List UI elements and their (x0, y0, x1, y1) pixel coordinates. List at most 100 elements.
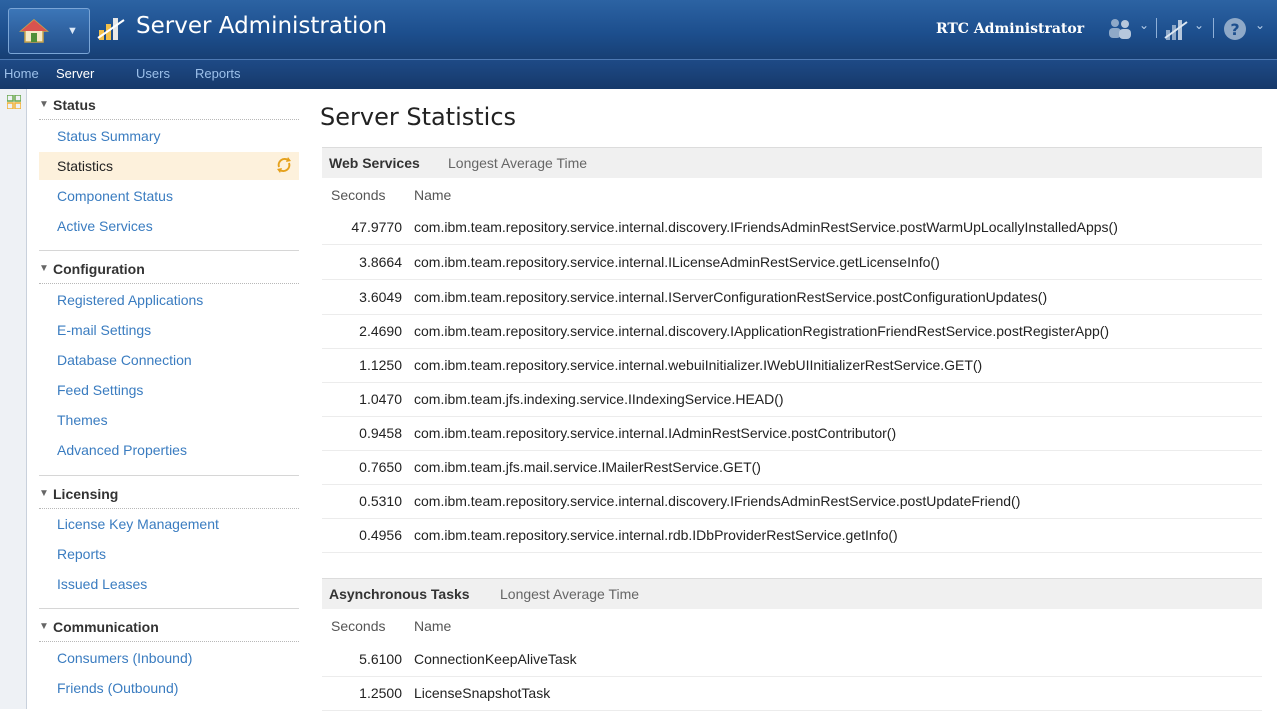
group-subtitle: Longest Average Time (500, 586, 640, 602)
grid-icon[interactable] (7, 95, 21, 109)
name-cell: LicenseSnapshotTask (414, 685, 551, 701)
seconds-cell: 0.9458 (359, 425, 402, 441)
name-cell: com.ibm.team.jfs.mail.service.IMailerRes… (414, 459, 761, 475)
section-header-status[interactable]: ▼ Status (39, 97, 299, 115)
name-cell: com.ibm.team.repository.service.internal… (414, 219, 1118, 235)
section-header-communication[interactable]: ▼ Communication (39, 619, 299, 637)
seconds-cell: 0.5310 (359, 493, 402, 509)
column-header-name: Name (414, 187, 452, 203)
group-header-web-services: Web Services Longest Average Time (322, 147, 1262, 178)
column-header-seconds: Seconds (331, 187, 386, 203)
seconds-cell: 1.0470 (359, 391, 402, 407)
section-rule (39, 641, 299, 642)
table-row: 0.7650 com.ibm.team.jfs.mail.service.IMa… (322, 450, 1262, 485)
sidebar-item-reports[interactable]: Reports (57, 546, 106, 562)
group-header-asynchronous-tasks: Asynchronous Tasks Longest Average Time (322, 578, 1262, 609)
home-chevron-down-icon: ▼ (67, 25, 78, 37)
table-row: 0.9458 com.ibm.team.repository.service.i… (322, 416, 1262, 451)
table-row: 2.4690 com.ibm.team.repository.service.i… (322, 314, 1262, 349)
help-chevron-down-icon[interactable]: ⌄ (1255, 18, 1265, 32)
collapse-caret-icon: ▼ (39, 99, 49, 110)
sidebar-item-registered-applications[interactable]: Registered Applications (57, 292, 203, 308)
left-rail (0, 89, 27, 709)
home-icon (19, 19, 49, 43)
table-row: 1.1250 com.ibm.team.repository.service.i… (322, 348, 1262, 383)
home-menu-button[interactable]: ▼ (8, 8, 90, 54)
table-row: 3.8664 com.ibm.team.repository.service.i… (322, 245, 1262, 280)
help-icon[interactable]: ? (1222, 16, 1248, 42)
title-bar: ▼ Server Administration RTC Administrato… (0, 0, 1277, 59)
name-cell: com.ibm.team.repository.service.internal… (414, 289, 1048, 305)
table-row: 1.0470 com.ibm.team.jfs.indexing.service… (322, 382, 1262, 417)
sidebar: ▼ Status Status Summary Statistics Compo… (27, 89, 299, 709)
name-cell: com.ibm.team.repository.service.internal… (414, 527, 898, 543)
seconds-cell: 0.7650 (359, 459, 402, 475)
seconds-cell: 1.2500 (359, 685, 402, 701)
nav-home[interactable]: Home (4, 66, 39, 81)
name-cell: com.ibm.team.jfs.indexing.service.IIndex… (414, 391, 784, 407)
name-cell: com.ibm.team.repository.service.internal… (414, 254, 940, 270)
name-cell: ConnectionKeepAliveTask (414, 651, 577, 667)
seconds-cell: 3.6049 (359, 289, 402, 305)
sidebar-item-feed-settings[interactable]: Feed Settings (57, 382, 143, 398)
page-title: Server Statistics (320, 103, 517, 131)
seconds-cell: 5.6100 (359, 651, 402, 667)
tools-icon[interactable] (1163, 16, 1189, 42)
section-rule (39, 119, 299, 120)
collapse-caret-icon: ▼ (39, 488, 49, 499)
name-cell: com.ibm.team.repository.service.internal… (414, 323, 1110, 339)
svg-text:?: ? (1230, 20, 1239, 39)
table-row: 3.6049 com.ibm.team.repository.service.i… (322, 280, 1262, 315)
seconds-cell: 2.4690 (359, 323, 402, 339)
sidebar-item-email-settings[interactable]: E-mail Settings (57, 322, 151, 338)
sidebar-item-friends-outbound[interactable]: Friends (Outbound) (57, 680, 178, 696)
nav-bar: Home Server Users Reports (0, 59, 1277, 89)
sidebar-item-database-connection[interactable]: Database Connection (57, 352, 192, 368)
table-row: 5.6100 ConnectionKeepAliveTask (322, 642, 1262, 677)
section-divider (39, 475, 299, 476)
sidebar-item-active-services[interactable]: Active Services (57, 218, 153, 234)
sidebar-item-consumers-inbound[interactable]: Consumers (Inbound) (57, 650, 192, 666)
name-cell: com.ibm.team.repository.service.internal… (414, 493, 1021, 509)
column-header-name: Name (414, 618, 452, 634)
nav-reports[interactable]: Reports (195, 66, 241, 81)
collapse-caret-icon: ▼ (39, 263, 49, 274)
section-header-configuration[interactable]: ▼ Configuration (39, 261, 299, 279)
sidebar-item-advanced-properties[interactable]: Advanced Properties (57, 442, 187, 458)
table-row: 0.4956 com.ibm.team.repository.service.i… (322, 518, 1262, 553)
nav-server[interactable]: Server (56, 66, 94, 81)
group-title: Asynchronous Tasks (329, 586, 470, 602)
nav-users[interactable]: Users (136, 66, 170, 81)
seconds-cell: 47.9770 (351, 219, 402, 235)
name-cell: com.ibm.team.repository.service.internal… (414, 357, 983, 373)
sidebar-item-license-key-management[interactable]: License Key Management (57, 516, 219, 532)
app-title: Server Administration (136, 13, 388, 39)
section-rule (39, 283, 299, 284)
server-admin-icon (97, 18, 125, 40)
sidebar-item-status-summary[interactable]: Status Summary (57, 128, 160, 144)
sidebar-item-component-status[interactable]: Component Status (57, 188, 173, 204)
user-name[interactable]: RTC Administrator (936, 21, 1084, 37)
users-chevron-down-icon[interactable]: ⌄ (1139, 18, 1149, 32)
sidebar-item-themes[interactable]: Themes (57, 412, 108, 428)
refresh-icon[interactable] (275, 156, 293, 174)
sidebar-item-statistics[interactable]: Statistics (39, 152, 299, 180)
group-subtitle: Longest Average Time (448, 155, 588, 171)
seconds-cell: 0.4956 (359, 527, 402, 543)
sidebar-item-issued-leases[interactable]: Issued Leases (57, 576, 147, 592)
section-rule (39, 508, 299, 509)
section-header-licensing[interactable]: ▼ Licensing (39, 486, 299, 504)
column-header-seconds: Seconds (331, 618, 386, 634)
table-row: 47.9770 com.ibm.team.repository.service.… (322, 210, 1262, 245)
section-divider (39, 250, 299, 251)
toolbar-divider (1213, 18, 1214, 38)
name-cell: com.ibm.team.repository.service.internal… (414, 425, 897, 441)
table-row: 1.2500 LicenseSnapshotTask (322, 676, 1262, 711)
collapse-caret-icon: ▼ (39, 621, 49, 632)
table-row: 0.5310 com.ibm.team.repository.service.i… (322, 484, 1262, 519)
users-icon[interactable] (1106, 16, 1134, 42)
tools-chevron-down-icon[interactable]: ⌄ (1194, 18, 1204, 32)
seconds-cell: 1.1250 (359, 357, 402, 373)
toolbar-divider (1156, 18, 1157, 38)
group-title: Web Services (329, 155, 420, 171)
